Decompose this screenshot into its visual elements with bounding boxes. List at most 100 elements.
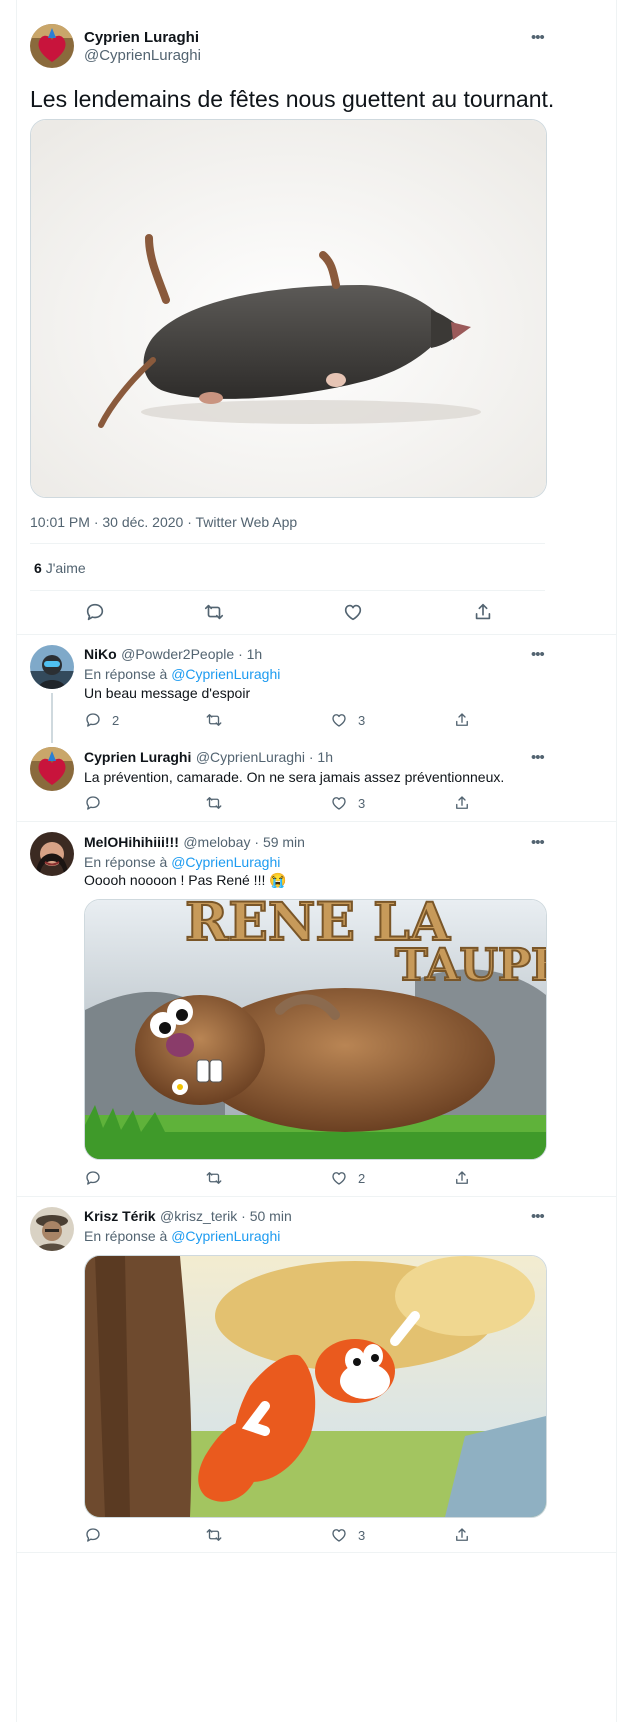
separator: · [304, 749, 318, 765]
share-button[interactable] [453, 1526, 471, 1544]
reply-time[interactable]: 50 min [250, 1208, 292, 1224]
separator: · [234, 646, 247, 662]
like-button[interactable]: 3 [330, 711, 365, 729]
divider [30, 590, 545, 591]
reply-author-name[interactable]: MelOHihihiii!!! [84, 834, 179, 850]
reply-author-name[interactable]: NiKo [84, 646, 117, 662]
like-count: 2 [358, 1170, 366, 1186]
like-count: 3 [358, 795, 366, 811]
reply-to-handle[interactable]: @CyprienLuraghi [171, 1228, 280, 1244]
reply-author-handle[interactable]: @CyprienLuraghi [196, 749, 305, 765]
divider [17, 634, 616, 635]
reply-avatar[interactable] [30, 645, 74, 689]
share-icon [456, 713, 468, 726]
tweet-image[interactable] [30, 119, 547, 498]
reply-avatar[interactable] [30, 747, 74, 791]
like-button[interactable]: 3 [330, 794, 365, 812]
reply-author-name[interactable]: Cyprien Luraghi [84, 749, 191, 765]
like-icon [344, 604, 362, 621]
share-button[interactable] [453, 794, 471, 812]
reply-to-line: En réponse à @CyprienLuraghi [84, 1228, 280, 1244]
likes-stat[interactable]: 6 J'aime [34, 560, 86, 576]
reply-button[interactable] [84, 1526, 112, 1544]
reply-to-handle[interactable]: @CyprienLuraghi [171, 666, 280, 682]
reply-to-line: En réponse à @CyprienLuraghi [84, 854, 280, 870]
reply-icon [86, 713, 100, 727]
retweet-button[interactable] [205, 1526, 233, 1544]
more-icon[interactable]: ••• [531, 834, 545, 851]
retweet-button[interactable] [205, 711, 233, 729]
reply-author-handle[interactable]: @melobay [183, 834, 250, 850]
like-icon [332, 714, 346, 727]
reply-to-prefix: En réponse à [84, 1228, 168, 1244]
share-button[interactable] [472, 601, 494, 623]
thread-line [51, 693, 53, 743]
author-handle[interactable]: @CyprienLuraghi [84, 47, 201, 64]
more-icon[interactable]: ••• [531, 1208, 545, 1225]
reply-button[interactable]: 2 [84, 711, 119, 729]
reply-text: Un beau message d'espoir [84, 685, 251, 701]
reply-header: Cyprien Luraghi @CyprienLuraghi · 1h [84, 749, 333, 767]
reply-to-handle[interactable]: @CyprienLuraghi [171, 854, 280, 870]
share-icon [456, 1528, 468, 1541]
share-button[interactable] [453, 1169, 471, 1187]
like-count: 3 [358, 1527, 366, 1543]
reply-count: 2 [112, 712, 120, 728]
reply-button[interactable] [84, 794, 112, 812]
share-icon [475, 603, 491, 620]
reply-time[interactable]: 1h [317, 749, 333, 765]
reply-image[interactable] [84, 1255, 547, 1518]
like-button[interactable]: 3 [330, 1526, 365, 1544]
reply-header: NiKo @Powder2People · 1h [84, 646, 262, 664]
share-button[interactable] [453, 711, 471, 729]
retweet-icon [206, 797, 222, 809]
retweet-icon [206, 1172, 222, 1184]
share-icon [456, 796, 468, 809]
more-icon[interactable]: ••• [531, 749, 545, 766]
more-icon[interactable]: ••• [531, 646, 545, 663]
reply-text: Ooooh noooon ! Pas René !!! 😭 [84, 872, 287, 888]
retweet-button[interactable] [203, 601, 225, 623]
retweet-icon [206, 714, 222, 726]
reply-icon [86, 1528, 100, 1542]
reply-avatar[interactable] [30, 832, 74, 876]
timestamp-text[interactable]: 10:01 PM · 30 déc. 2020 [30, 514, 183, 530]
reply-button[interactable] [84, 601, 106, 623]
reply-author-name[interactable]: Krisz Térik [84, 1208, 156, 1224]
reply-time[interactable]: 1h [247, 646, 263, 662]
author-name[interactable]: Cyprien Luraghi [84, 29, 199, 46]
reply-header: Krisz Térik @krisz_terik · 50 min [84, 1208, 292, 1226]
separator: · [183, 514, 196, 530]
image-title-line2: TAUPE [395, 940, 546, 991]
separator: · [250, 834, 263, 850]
retweet-icon [206, 1529, 222, 1541]
like-button[interactable] [342, 601, 364, 623]
likes-count: 6 [34, 560, 42, 576]
reply-author-handle[interactable]: @Powder2People [121, 646, 234, 662]
more-icon[interactable]: ••• [531, 29, 545, 46]
reply-image[interactable]: RENE LA TAUPE [84, 899, 547, 1160]
retweet-icon [204, 604, 224, 620]
timeline-column: Cyprien Luraghi @CyprienLuraghi ••• Les … [16, 0, 617, 1722]
retweet-button[interactable] [205, 1169, 233, 1187]
reply-button[interactable] [84, 1169, 112, 1187]
tweet-source[interactable]: Twitter Web App [196, 514, 298, 530]
likes-label: J'aime [45, 560, 86, 576]
reply-text: La prévention, camarade. On ne sera jama… [84, 769, 505, 785]
like-button[interactable]: 2 [330, 1169, 365, 1187]
reply-author-handle[interactable]: @krisz_terik [160, 1208, 237, 1224]
share-icon [456, 1171, 468, 1184]
author-avatar[interactable] [30, 24, 74, 68]
reply-to-line: En réponse à @CyprienLuraghi [84, 666, 280, 682]
like-icon [332, 1172, 346, 1185]
like-icon [332, 797, 346, 810]
reply-icon [86, 603, 104, 621]
reply-time[interactable]: 59 min [263, 834, 305, 850]
tweet-text: Les lendemains de fêtes nous guettent au… [30, 86, 555, 112]
retweet-button[interactable] [205, 794, 233, 812]
like-count: 3 [358, 712, 366, 728]
divider [17, 821, 616, 822]
reply-icon [86, 796, 100, 810]
tweet-timestamp[interactable]: 10:01 PM · 30 déc. 2020 · Twitter Web Ap… [30, 514, 297, 530]
reply-avatar[interactable] [30, 1207, 74, 1251]
